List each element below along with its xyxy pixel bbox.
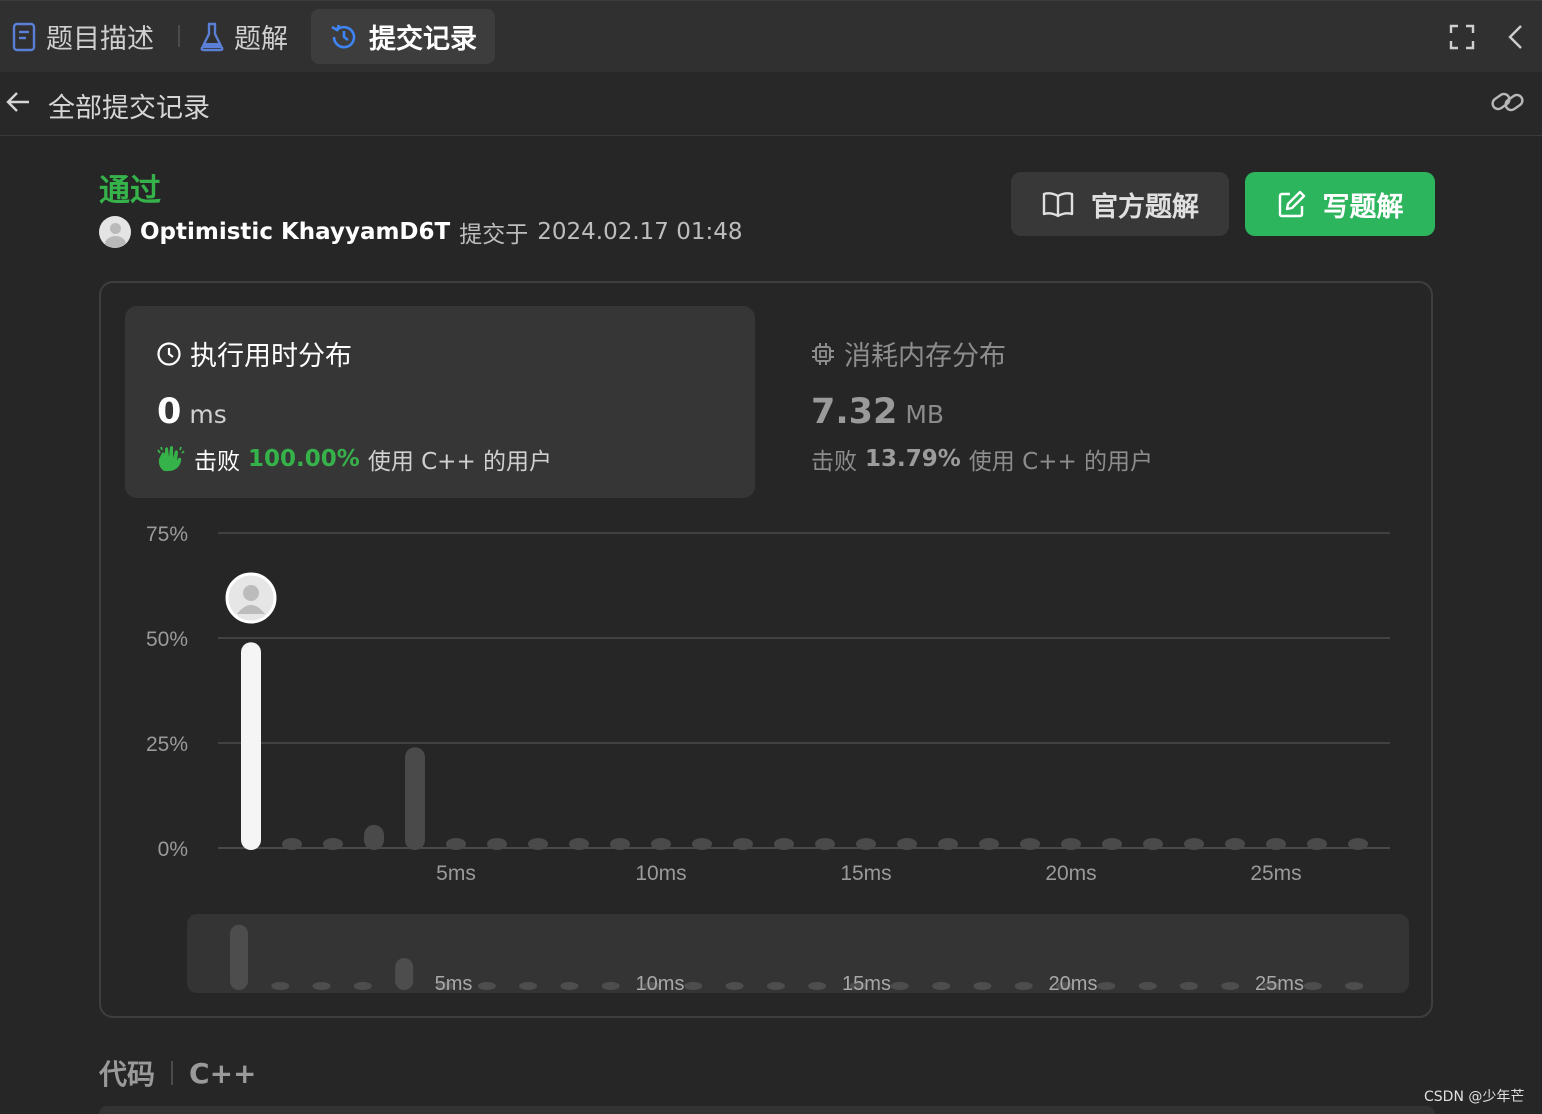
bar — [610, 838, 630, 850]
bar — [323, 838, 343, 850]
navigator-bar — [601, 982, 620, 990]
code-editor-top — [99, 1106, 1435, 1114]
bar — [856, 838, 876, 850]
bar — [1225, 838, 1245, 850]
bar — [774, 838, 794, 850]
runtime-distribution-chart: 75% 50% 25% 0% 5ms 10ms 15ms 20ms 25ms 5ms 10ms 1… — [146, 523, 1409, 995]
range-navigator — [187, 914, 1409, 993]
y-tick-label: 50% — [146, 628, 188, 651]
navigator-bar — [890, 982, 909, 990]
navigator-bar — [1345, 982, 1364, 990]
navigator-bar — [477, 982, 496, 990]
bar — [282, 838, 302, 850]
bar — [528, 838, 548, 850]
bar — [405, 747, 425, 850]
navigator-bar — [808, 982, 827, 990]
bar — [1307, 838, 1327, 850]
bar — [897, 838, 917, 850]
bar — [487, 838, 507, 850]
bar — [651, 838, 671, 850]
bar-highlight — [241, 642, 261, 850]
bar — [938, 838, 958, 850]
bar — [815, 838, 835, 850]
bar — [569, 838, 589, 850]
bar — [1061, 838, 1081, 850]
navigator-bar — [395, 958, 414, 990]
bar — [1102, 838, 1122, 850]
code-divider — [171, 1061, 174, 1085]
bar — [1020, 838, 1040, 850]
x-tick-label: 20ms — [1045, 862, 1096, 885]
bar — [446, 838, 466, 850]
navigator-bar — [1221, 982, 1240, 990]
navigator-tick-label: 5ms — [435, 973, 473, 995]
bar — [979, 838, 999, 850]
navigator-bar — [1014, 982, 1033, 990]
bar — [1184, 838, 1204, 850]
navigator-tick-label: 20ms — [1049, 973, 1098, 995]
navigator-bar — [519, 982, 538, 990]
x-tick-label: 15ms — [840, 862, 891, 885]
navigator-bar — [230, 924, 248, 990]
watermark: CSDN @少年芒 — [1424, 1089, 1525, 1105]
x-tick-label: 10ms — [635, 862, 686, 885]
navigator-bar — [271, 982, 290, 990]
navigator-bar — [932, 982, 951, 990]
code-label: 代码 — [99, 1058, 156, 1091]
navigator-bar — [353, 982, 372, 990]
bar — [364, 824, 384, 850]
navigator-bar — [560, 982, 579, 990]
bar — [692, 838, 712, 850]
navigator-bar — [1303, 982, 1322, 990]
navigator-tick-label: 25ms — [1255, 973, 1304, 995]
navigator-bar — [766, 982, 785, 990]
navigator-bar — [1097, 982, 1116, 990]
bar — [1348, 838, 1368, 850]
y-tick-label: 75% — [146, 523, 188, 546]
navigator-tick-label: 15ms — [842, 973, 891, 995]
avatar-head — [243, 585, 259, 601]
navigator-bar — [312, 982, 331, 990]
navigator-bar — [1138, 982, 1157, 990]
navigator-bar — [725, 982, 744, 990]
bar — [1143, 838, 1163, 850]
bar — [733, 838, 753, 850]
navigator-tick-label: 10ms — [636, 973, 685, 995]
navigator-bar — [684, 982, 703, 990]
y-tick-label: 0% — [158, 838, 188, 861]
x-tick-label: 5ms — [436, 862, 476, 885]
x-tick-label: 25ms — [1250, 862, 1301, 885]
code-section-header: 代码 C++ — [99, 1053, 257, 1093]
navigator-bar — [1179, 982, 1198, 990]
bar — [1266, 838, 1286, 850]
code-language: C++ — [189, 1056, 257, 1090]
navigator-bar — [973, 982, 992, 990]
y-tick-label: 25% — [146, 733, 188, 756]
